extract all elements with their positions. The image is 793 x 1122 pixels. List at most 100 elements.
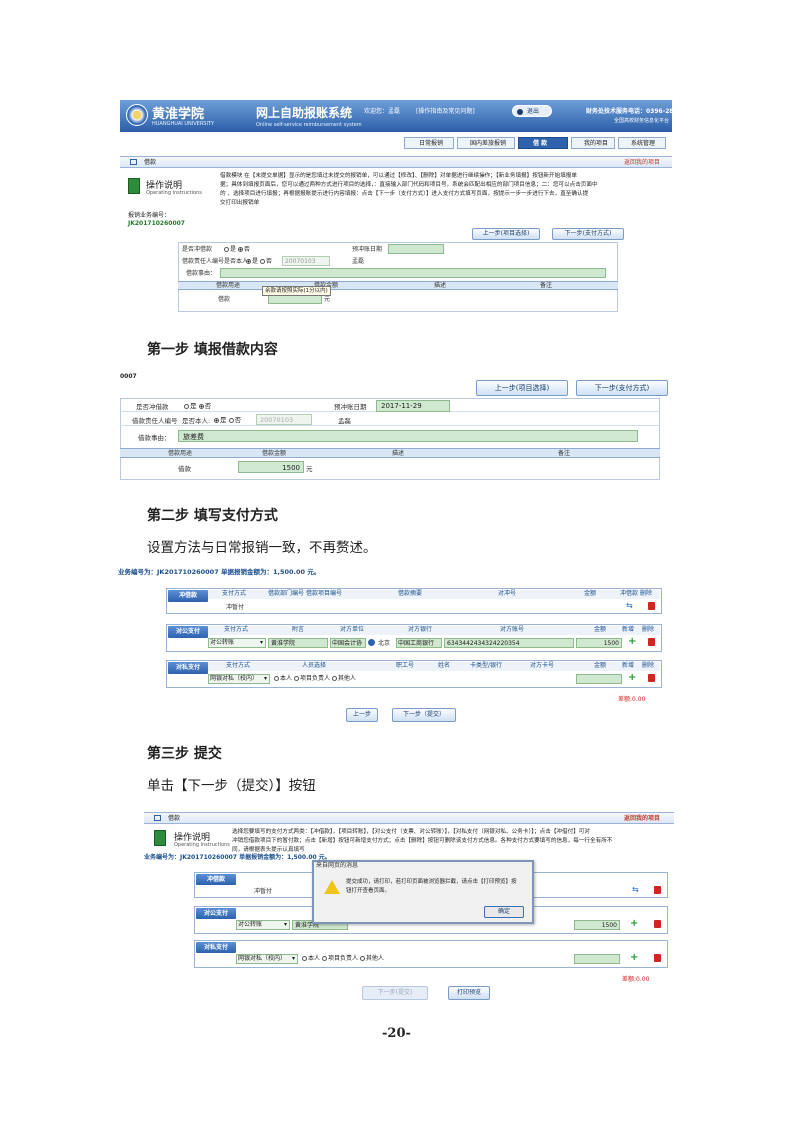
book-icon [128,178,140,194]
dialog-ok-button[interactable]: 确定 [484,906,524,918]
warning-icon [324,880,340,894]
logo-seal-icon [126,104,148,126]
help-box: 操作说明 Operating instructions 借款模块 在【未提交单据… [120,170,672,210]
person-label: 借款责任人编号 [182,258,225,265]
person-code-field[interactable]: 20070103 [256,414,312,425]
tab-system[interactable]: 系统管理 [618,137,666,149]
help-line-2: 据；具体到填报页面后，您可以通过两种方式进行项目的选择，：直接输入部门代码和项目… [220,182,598,188]
public-pay-tab[interactable]: 对公支付 [196,908,236,919]
print-preview-button[interactable]: 打印预览 [448,986,490,1000]
help-line-1: 选择您要填写的支付方式两类：【冲借款】，【项目转账】，【对公支付（支票、对公转账… [232,829,590,835]
add-icon[interactable]: + [628,673,636,683]
hotline-text: 财务处技术服务电话：0396-283 [586,108,672,115]
person-code-field[interactable]: 20070103 [282,256,330,266]
book-icon [154,830,166,846]
delete-icon[interactable] [648,638,655,646]
summary-text: 业务编号为：JK201710260007 单据报销金额为：1,500.00 元。 [144,854,331,861]
dialog-message-2: 钮打开查看页面。 [346,888,391,894]
screenshot-step1: 黄淮学院 HUANGHUAI UNIVERSITY 网上自助报账系统 Onlin… [120,100,672,315]
prev-button[interactable]: 上一步 [346,708,378,722]
summary-text: 业务编号为：JK201710260007 单据报销金额为：1,500.00 元。 [118,568,321,576]
logout-label: 退出 [527,108,540,115]
section-title: 借款 [168,815,181,822]
section-bar: 借款 返回我的项目 [144,812,674,824]
logout-button[interactable]: 退出 [512,105,552,117]
person-select-radios[interactable]: 本人 项目负责人 其他人 [274,675,356,683]
dialog-title: 来自网页的消息 [316,862,359,869]
bank-field[interactable]: 中国工商银行 [396,638,442,648]
repay-date-field[interactable]: 2017-11-29 [376,400,450,412]
tab-daily[interactable]: 日常报销 [404,137,454,149]
prev-step-button[interactable]: 上一步(项目选择) [472,228,540,240]
system-header: 黄淮学院 HUANGHUAI UNIVERSITY 网上自助报账系统 Onlin… [120,100,672,132]
rush-radio[interactable]: 是 否 [224,246,250,254]
difference-text: 差额:0.00 [618,696,646,703]
help-line-3: 的 ，选择项目进行填报；再根据报账提示进行内容填报：点击【下一步（支付方式）】进… [220,191,589,197]
reason-field[interactable]: 旅差费 [178,430,638,442]
private-amount-field[interactable] [574,954,620,964]
delete-icon[interactable] [648,674,655,682]
swap-icon[interactable]: ⇆ [626,602,633,610]
private-pay-tab[interactable]: 对私支付 [196,942,236,953]
person-name: 孟磊 [352,258,365,265]
account-field[interactable]: 6343442434324220354 [444,638,574,648]
tab-travel[interactable]: 国内差旅报销 [457,137,515,149]
reason-field[interactable] [220,268,606,278]
offset-loan-tab[interactable]: 冲借款 [168,590,208,602]
private-amount-field[interactable] [576,674,622,684]
page-number: -20- [382,1026,411,1041]
dialog-message-1: 提交成功，请打印，若打印页面被浏览器拦截，请点击【打印预览】按 [346,879,517,885]
next-step-button[interactable]: 下一步(支付方式) [576,380,668,396]
unit-field[interactable]: 中国会计协 [330,638,366,648]
add-icon[interactable]: + [630,919,638,929]
hotline-text-2: 全国高校财务信息化平台 [614,118,670,124]
delete-icon[interactable] [654,920,661,928]
step2-text: 设置方法与日常报销一致，不再赘述。 [147,540,377,556]
private-method-select[interactable]: 网银对私（校内） ▾ [208,674,270,684]
delete-icon[interactable] [654,886,661,894]
delete-icon[interactable] [648,602,655,610]
system-title: 网上自助报账系统 [256,106,353,120]
return-link[interactable]: 返回我的项目 [624,159,660,167]
prev-step-button[interactable]: 上一步(项目选择) [476,380,568,396]
submit-next-button[interactable]: 下一步（提交） [392,708,456,722]
corner-text: 0007 [120,373,137,380]
tab-projects[interactable]: 我的项目 [571,137,615,149]
public-method-select[interactable]: 对公转账 ▾ [236,920,290,930]
next-step-button[interactable]: 下一步(支付方式) [552,228,624,240]
private-pay-tab[interactable]: 对私支付 [168,662,208,674]
submit-next-button-disabled: 下一步(提交) [362,986,428,1000]
public-pay-tab[interactable]: 对公支付 [168,626,208,638]
loan-use: 借款 [218,296,231,303]
person-name: 孟磊 [338,417,351,425]
public-method-select[interactable]: 对公转账 ▾ [208,638,266,648]
screenshot-step3: 借款 返回我的项目 操作说明 Operating instructions 选择… [144,810,674,1005]
memo-field[interactable]: 黄淮学院 [268,638,328,648]
return-link[interactable]: 返回我的项目 [624,815,660,823]
step3-text: 单击【下一步（提交）】按钮 [147,778,316,794]
step3-heading: 第三步 提交 [147,746,222,762]
offset-method: 冲暂付 [254,888,273,895]
loan-amount-field[interactable]: 1500 [238,461,304,473]
dropdown-icon: ▾ [291,955,295,962]
public-amount-field[interactable]: 1500 [574,920,620,930]
tab-loan[interactable]: 借 款 [518,137,568,149]
swap-icon[interactable]: ⇆ [632,886,639,894]
help-link[interactable]: [操作指南及常见问题] [416,108,475,116]
self-radio[interactable]: 是 否 [214,416,241,425]
person-select-radios[interactable]: 本人 项目负责人 其他人 [302,955,384,963]
repay-date-field[interactable] [388,244,444,254]
lookup-icon[interactable] [368,639,375,646]
private-method-select[interactable]: 网银对私（校内） ▾ [236,954,298,964]
offset-loan-tab[interactable]: 冲借款 [196,874,236,885]
offset-header: 支付方式 借款部门编号 借款项目编号 借款摘要 对冲号 金额 冲借款 删除 [208,590,660,599]
add-icon[interactable]: + [630,953,638,963]
delete-icon[interactable] [654,954,661,962]
reason-label: 借款事由： [138,434,171,442]
city-text: 北京 [378,640,391,647]
add-icon[interactable]: + [628,637,636,647]
self-radio[interactable]: 是 否 [246,258,272,266]
tab-bar: 日常报销 国内差旅报销 借 款 我的项目 系统管理 [120,132,672,152]
rush-radio[interactable]: 是 否 [184,402,211,411]
public-amount-field[interactable]: 1500 [576,638,622,648]
